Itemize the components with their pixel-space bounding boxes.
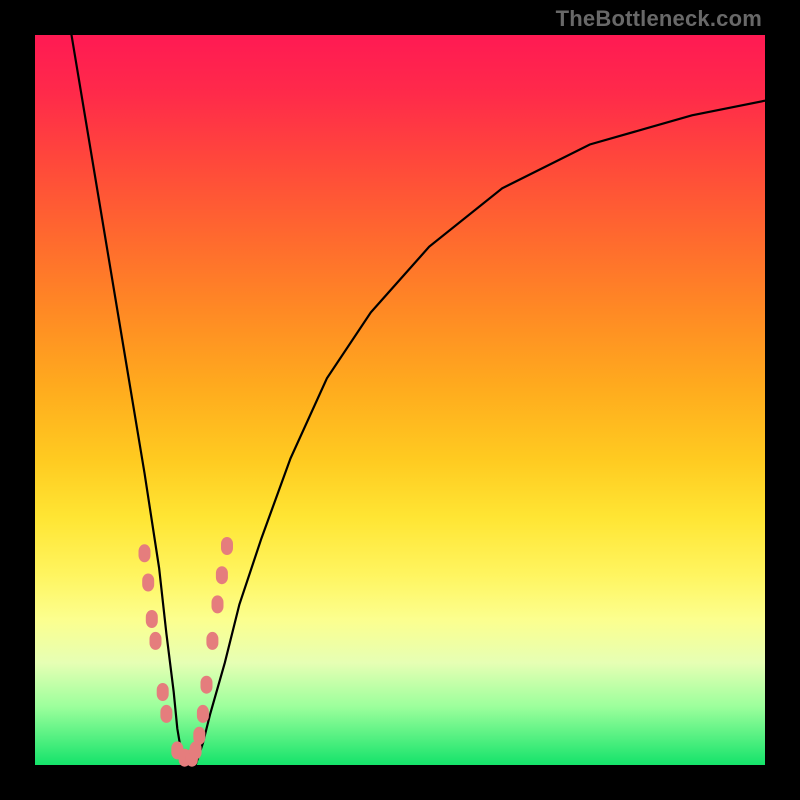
- marker-point: [206, 632, 218, 650]
- marker-point: [139, 544, 151, 562]
- curve-right-branch: [196, 101, 765, 765]
- marker-point: [193, 727, 205, 745]
- marker-point: [212, 595, 224, 613]
- marker-point: [142, 574, 154, 592]
- marker-point: [157, 683, 169, 701]
- brand-watermark: TheBottleneck.com: [556, 6, 762, 32]
- marker-point: [221, 537, 233, 555]
- marker-point: [201, 676, 213, 694]
- plot-area: [35, 35, 765, 765]
- curve-left-branch: [72, 35, 189, 765]
- marker-point: [197, 705, 209, 723]
- marker-point: [150, 632, 162, 650]
- marker-layer: [139, 537, 234, 767]
- curve-layer: [72, 35, 766, 765]
- marker-point: [146, 610, 158, 628]
- chart-stage: TheBottleneck.com: [0, 0, 800, 800]
- marker-point: [216, 566, 228, 584]
- marker-point: [160, 705, 172, 723]
- chart-overlay: [35, 35, 765, 765]
